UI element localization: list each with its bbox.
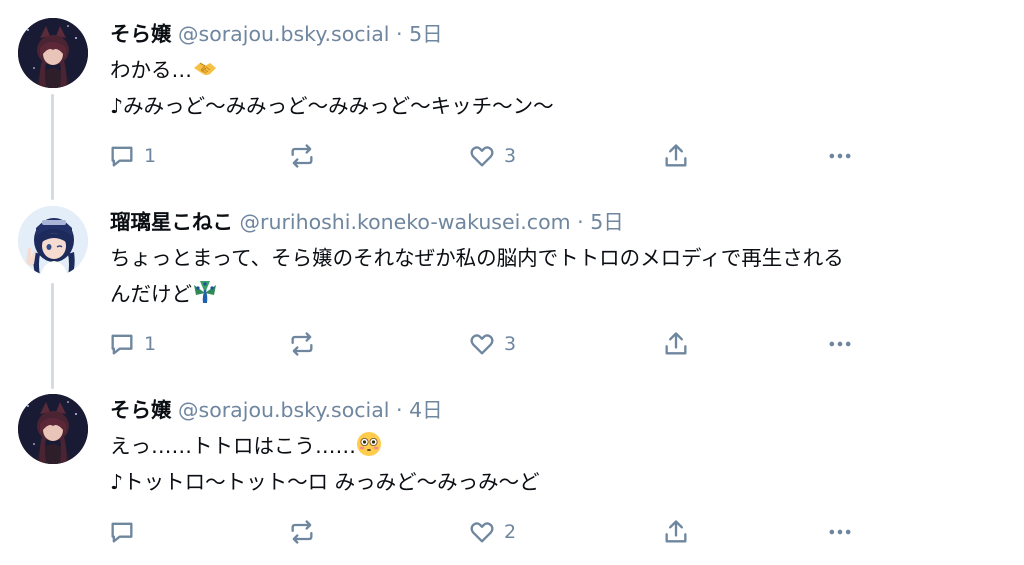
post-header: そら嬢 @sorajou.bsky.social · 5日 xyxy=(110,16,1004,52)
repost-button[interactable] xyxy=(288,138,316,174)
author-name[interactable]: そら嬢 xyxy=(110,398,172,422)
separator: · xyxy=(396,22,403,46)
post-text-line: ちょっとまって、そら嬢のそれなぜか私の脳内でトトロのメロディで再生される xyxy=(110,246,844,270)
handshake-emoji-icon xyxy=(194,62,216,75)
peacock-emoji-icon xyxy=(194,281,216,303)
heart-icon xyxy=(470,334,494,355)
post-text-line: んだけど xyxy=(110,282,192,306)
post-actions: 1 3 xyxy=(110,138,870,174)
heart-icon xyxy=(470,146,494,167)
heart-icon xyxy=(470,522,494,543)
reply-button[interactable] xyxy=(108,514,144,550)
share-button[interactable] xyxy=(662,326,690,362)
reply-count: 1 xyxy=(144,145,157,167)
repost-button[interactable] xyxy=(288,514,316,550)
post[interactable]: そら嬢 @sorajou.bsky.social · 5日 わかる… ♪みみっど… xyxy=(0,0,1024,188)
post-body: ちょっとまって、そら嬢のそれなぜか私の脳内でトトロのメロディで再生される んだけ… xyxy=(110,240,1004,312)
like-count: 3 xyxy=(504,145,517,167)
post-header: 瑠璃星こねこ @rurihoshi.koneko-wakusei.com · 5… xyxy=(110,204,1004,240)
post[interactable]: 瑠璃星こねこ @rurihoshi.koneko-wakusei.com · 5… xyxy=(0,188,1024,376)
like-button[interactable]: 3 xyxy=(468,138,516,174)
share-icon xyxy=(665,332,687,355)
avatar[interactable] xyxy=(18,18,88,88)
like-count: 2 xyxy=(504,521,517,543)
share-icon xyxy=(665,144,687,167)
post-body: わかる… ♪みみっど〜みみっど〜みみっど〜キッチ〜ン〜 xyxy=(110,52,1004,124)
more-options-button[interactable] xyxy=(826,514,854,550)
repost-icon xyxy=(291,332,313,356)
post-time[interactable]: 5日 xyxy=(409,22,443,46)
like-button[interactable]: 2 xyxy=(468,514,516,550)
repost-button[interactable] xyxy=(288,326,316,362)
more-options-button[interactable] xyxy=(826,138,854,174)
flushed-face-emoji-icon xyxy=(357,432,381,456)
post-time[interactable]: 4日 xyxy=(409,398,443,422)
post-actions: 1 3 xyxy=(110,326,870,362)
like-button[interactable]: 3 xyxy=(468,326,516,362)
repost-icon xyxy=(291,520,313,544)
more-icon xyxy=(829,529,851,535)
reply-button[interactable]: 1 xyxy=(108,138,156,174)
more-icon xyxy=(829,341,851,347)
more-icon xyxy=(829,153,851,159)
repost-icon xyxy=(291,144,313,168)
reply-icon xyxy=(111,146,133,167)
like-count: 3 xyxy=(504,333,517,355)
reply-icon xyxy=(111,334,133,355)
post-actions: 2 xyxy=(110,514,870,550)
post-header: そら嬢 @sorajou.bsky.social · 4日 xyxy=(110,392,1004,428)
post-text-line: わかる… xyxy=(110,58,192,82)
share-button[interactable] xyxy=(662,514,690,550)
separator: · xyxy=(577,210,584,234)
share-button[interactable] xyxy=(662,138,690,174)
post-text-line: えっ……トトロはこう…… xyxy=(110,434,356,458)
avatar[interactable] xyxy=(18,206,88,276)
reply-count: 1 xyxy=(144,333,157,355)
reply-icon xyxy=(111,522,133,543)
reply-button[interactable]: 1 xyxy=(108,326,156,362)
separator: · xyxy=(396,398,403,422)
post-text-line: ♪みみっど〜みみっど〜みみっど〜キッチ〜ン〜 xyxy=(110,94,554,118)
post-time[interactable]: 5日 xyxy=(590,210,624,234)
more-options-button[interactable] xyxy=(826,326,854,362)
post-body: えっ……トトロはこう…… ♪トットロ〜トット〜ロ みっみど〜みっみ〜ど xyxy=(110,428,1004,500)
author-name[interactable]: そら嬢 xyxy=(110,22,172,46)
share-icon xyxy=(665,520,687,543)
author-handle[interactable]: @rurihoshi.koneko-wakusei.com xyxy=(240,210,571,234)
post[interactable]: そら嬢 @sorajou.bsky.social · 4日 えっ……トトロはこう… xyxy=(0,376,1024,564)
avatar[interactable] xyxy=(18,394,88,464)
author-handle[interactable]: @sorajou.bsky.social xyxy=(178,398,389,422)
post-text-line: ♪トットロ〜トット〜ロ みっみど〜みっみ〜ど xyxy=(110,470,540,494)
author-name[interactable]: 瑠璃星こねこ xyxy=(110,210,233,234)
author-handle[interactable]: @sorajou.bsky.social xyxy=(178,22,389,46)
